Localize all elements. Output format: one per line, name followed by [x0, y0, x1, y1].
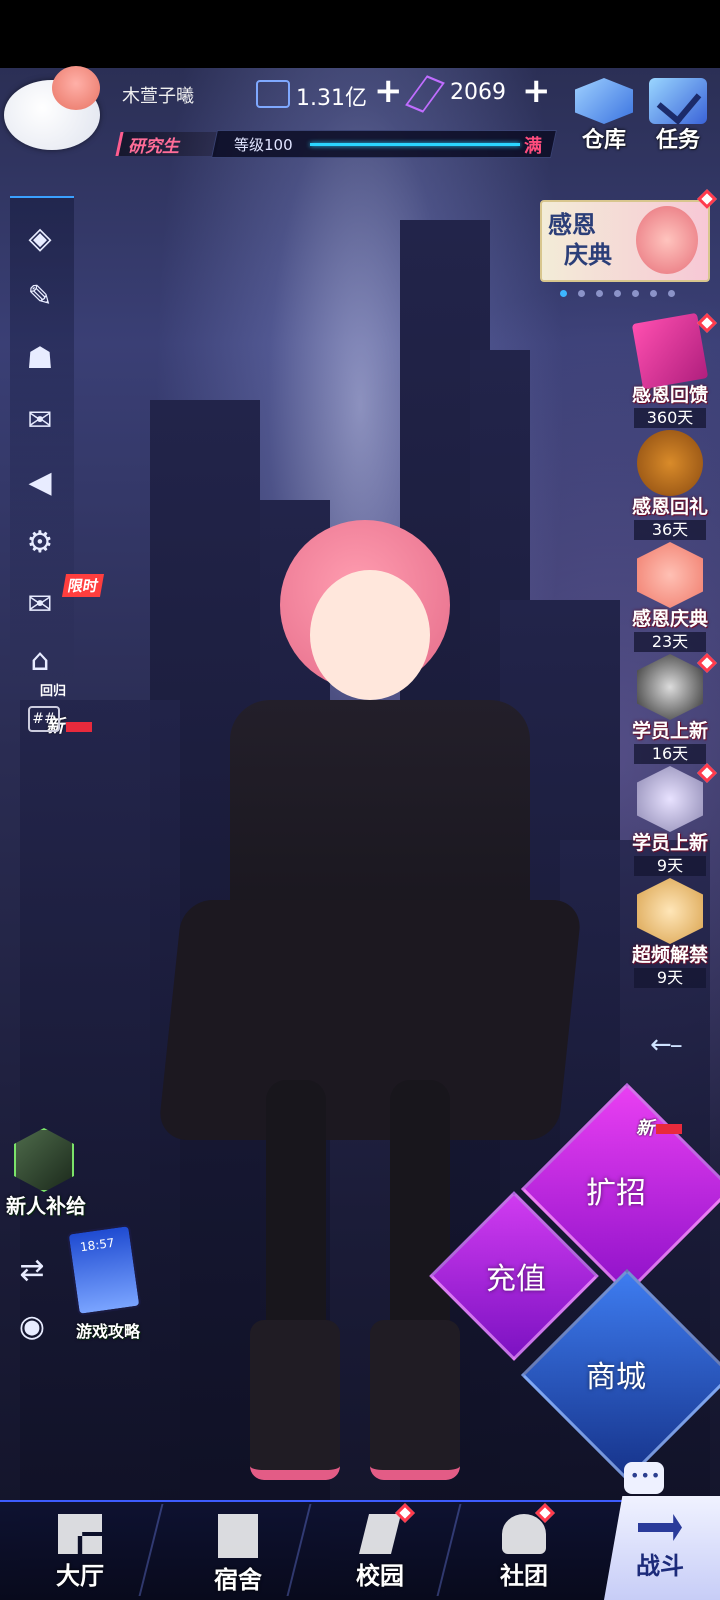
- celebration-character-icon: [637, 542, 703, 608]
- event-days: 36天: [634, 520, 706, 540]
- nav-hall-label: 大厅: [56, 1562, 104, 1590]
- event-item[interactable]: 学员上新 16天: [624, 654, 716, 766]
- shop-label: 商城: [586, 1360, 646, 1395]
- switch-icon[interactable]: ⇄: [12, 1250, 52, 1290]
- level-label: 等级100: [234, 136, 293, 154]
- gem-amount: 2069: [450, 80, 506, 105]
- event-name: 学员上新: [631, 832, 708, 854]
- nav-dorm[interactable]: 宿舍: [168, 1500, 308, 1600]
- friends-icon[interactable]: ☗: [20, 338, 60, 378]
- banner-character: [636, 206, 698, 274]
- banner-title-line1: 感恩: [548, 211, 596, 239]
- coin-icon: [256, 80, 290, 108]
- event-days: 9天: [634, 968, 706, 988]
- event-item[interactable]: 感恩庆典 23天: [624, 542, 716, 654]
- event-days: 360天: [634, 408, 706, 428]
- collapse-arrow-icon[interactable]: ←–: [650, 1030, 683, 1060]
- recharge-label: 充值: [486, 1262, 546, 1297]
- event-name: 学员上新: [631, 720, 708, 742]
- tasks-button[interactable]: 任务: [646, 78, 710, 154]
- avatar-character: [52, 66, 100, 110]
- warehouse-icon: [575, 78, 633, 124]
- building-icon: [218, 1514, 258, 1558]
- event-item[interactable]: 感恩回馈 360天: [624, 312, 716, 430]
- settings-icon[interactable]: ⚙: [20, 522, 60, 562]
- banner-title: 感恩 庆典: [548, 210, 638, 270]
- announcement-icon[interactable]: ◀: [20, 462, 60, 502]
- new-student-portrait-icon: [637, 654, 703, 720]
- grid-icon: [58, 1514, 102, 1554]
- eye-icon[interactable]: ◉: [12, 1306, 52, 1346]
- tasks-icon: [649, 78, 707, 124]
- link-icon[interactable]: ◈: [20, 218, 60, 258]
- nav-battle[interactable]: 战斗: [590, 1500, 720, 1600]
- rank-badge: 研究生: [128, 137, 179, 157]
- event-days: 16天: [634, 744, 706, 764]
- group-icon: [502, 1514, 546, 1554]
- player-name: 木萱子曦: [122, 86, 194, 107]
- event-name: 感恩回馈: [631, 384, 708, 406]
- newbie-supply-label[interactable]: 新人补给: [6, 1190, 86, 1219]
- add-gems-button[interactable]: +: [522, 74, 551, 108]
- add-coins-button[interactable]: +: [374, 74, 403, 108]
- nav-campus-label: 校园: [356, 1562, 404, 1590]
- event-days: 23天: [634, 632, 706, 652]
- gift-card-icon: [631, 312, 709, 390]
- game-guide-label[interactable]: 游戏攻略: [76, 1318, 140, 1342]
- nav-battle-label: 战斗: [636, 1552, 684, 1580]
- campus-icon: [359, 1514, 401, 1554]
- chat-icon[interactable]: [624, 1462, 664, 1494]
- swap-arrows-icon: [638, 1514, 682, 1541]
- event-name: 感恩庆典: [631, 608, 708, 630]
- banner-pagination[interactable]: [560, 290, 675, 297]
- tasks-label: 任务: [655, 128, 700, 153]
- level-max-label: 满: [524, 136, 542, 157]
- return-label: 回归: [40, 684, 67, 699]
- recruit-new-tag: 新: [636, 1114, 682, 1140]
- nav-club[interactable]: 社团: [454, 1500, 594, 1600]
- warehouse-label: 仓库: [581, 128, 626, 153]
- level-progress: [310, 143, 520, 146]
- hashtag-icon[interactable]: ##: [28, 706, 60, 732]
- event-item[interactable]: 超频解禁 9天: [624, 878, 716, 990]
- recruit-label: 扩招: [586, 1176, 646, 1211]
- event-name: 超频解禁: [631, 944, 708, 966]
- nav-campus[interactable]: 校园: [310, 1500, 450, 1600]
- nav-club-label: 社团: [500, 1562, 548, 1590]
- coin-amount: 1.31亿: [296, 86, 367, 111]
- banner-title-line2: 庆典: [564, 241, 612, 269]
- warehouse-button[interactable]: 仓库: [572, 78, 636, 154]
- event-item[interactable]: 感恩回礼 36天: [624, 430, 716, 542]
- event-days: 9天: [634, 856, 706, 876]
- roast-turkey-icon: [637, 430, 703, 496]
- overclock-character-icon: [637, 878, 703, 944]
- event-name: 感恩回礼: [631, 496, 708, 518]
- nav-hall[interactable]: 大厅: [10, 1500, 150, 1600]
- new-student-portrait-icon: [637, 766, 703, 832]
- limited-tag: 限时: [61, 574, 105, 597]
- limited-mail-icon[interactable]: ✉: [20, 584, 60, 624]
- event-item[interactable]: 学员上新 9天: [624, 766, 716, 878]
- edit-icon[interactable]: ✎: [20, 276, 60, 316]
- return-event-icon[interactable]: ⌂: [20, 640, 60, 680]
- mail-icon[interactable]: ✉: [20, 400, 60, 440]
